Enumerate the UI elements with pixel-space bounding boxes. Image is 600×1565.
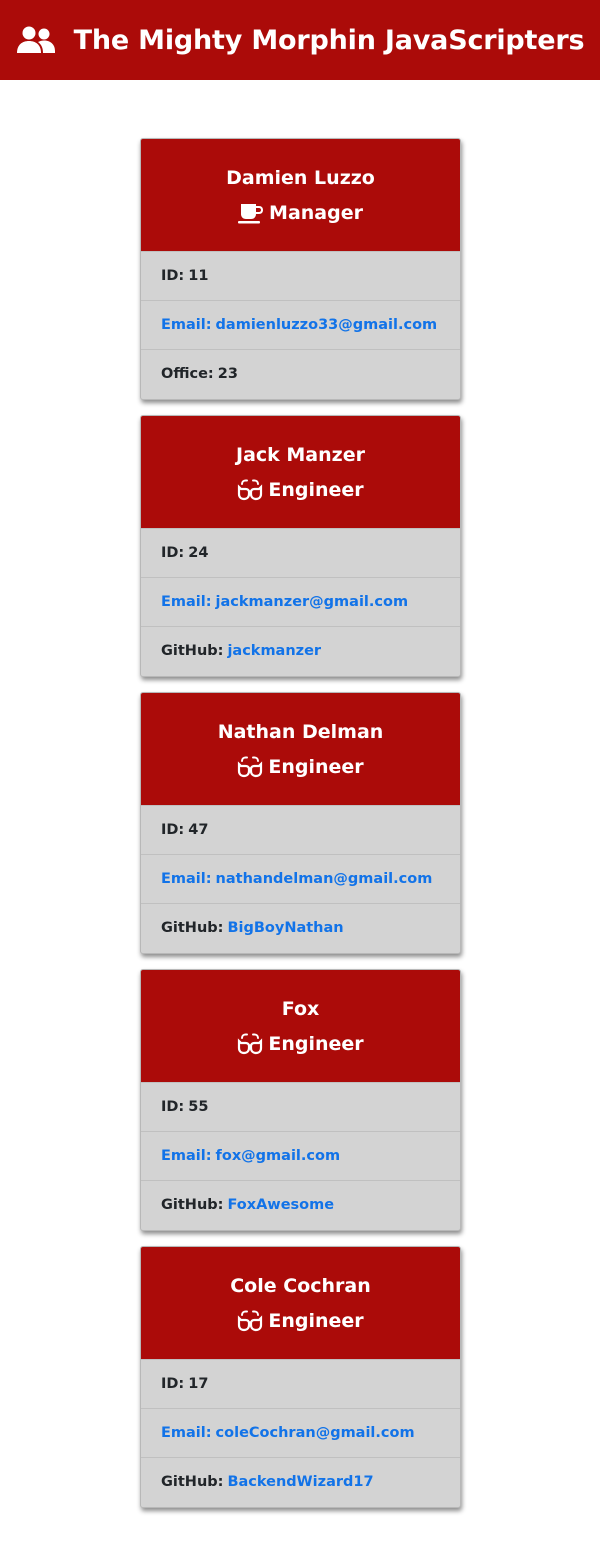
employee-card: Damien Luzzo Manager ID: 11 Email: damie… (140, 138, 461, 400)
github-label: GitHub: (161, 643, 224, 659)
email-value[interactable]: nathandelman@gmail.com (216, 871, 433, 887)
employee-email-link[interactable]: Email: fox@gmail.com (141, 1131, 460, 1180)
employee-name: Jack Manzer (236, 443, 365, 466)
employee-role-label: Engineer (268, 1032, 364, 1055)
employee-card: Jack Manzer Engineer ID: 24 Email: jackm… (140, 415, 461, 677)
employee-id-row: ID: 17 (141, 1359, 460, 1408)
employee-role-label: Manager (269, 201, 363, 224)
employee-role: Engineer (237, 1032, 364, 1055)
employee-email-link[interactable]: Email: jackmanzer@gmail.com (141, 577, 460, 626)
id-label: ID: (161, 1099, 185, 1115)
employee-id-row: ID: 11 (141, 251, 460, 300)
employee-email-link[interactable]: Email: nathandelman@gmail.com (141, 854, 460, 903)
page-title: The Mighty Morphin JavaScripters (73, 24, 585, 56)
id-value: 24 (188, 545, 209, 561)
employee-email-link[interactable]: Email: coleCochran@gmail.com (141, 1408, 460, 1457)
header-content: The Mighty Morphin JavaScripters (16, 25, 585, 56)
employee-name: Fox (281, 997, 320, 1020)
id-label: ID: (161, 822, 185, 838)
employee-id-row: ID: 24 (141, 528, 460, 577)
email-value[interactable]: jackmanzer@gmail.com (216, 594, 409, 610)
github-label: GitHub: (161, 920, 224, 936)
email-label: Email: (161, 1148, 212, 1164)
employee-role: Engineer (237, 755, 364, 778)
glasses-icon (237, 1310, 263, 1332)
github-link[interactable]: jackmanzer (227, 643, 321, 659)
id-label: ID: (161, 545, 185, 561)
email-label: Email: (161, 871, 212, 887)
employee-github-row: GitHub: FoxAwesome (141, 1180, 460, 1229)
employee-name: Nathan Delman (217, 720, 384, 743)
employee-name: Damien Luzzo (226, 166, 375, 189)
employee-github-row: GitHub: jackmanzer (141, 626, 460, 675)
card-header: Fox Engineer (141, 970, 460, 1082)
id-label: ID: (161, 1376, 185, 1392)
id-value: 17 (188, 1376, 209, 1392)
employee-github-row: GitHub: BigBoyNathan (141, 903, 460, 952)
office-label: Office: (161, 366, 214, 382)
page-header: The Mighty Morphin JavaScripters (0, 0, 600, 80)
card-header: Jack Manzer Engineer (141, 416, 460, 528)
glasses-icon (237, 479, 263, 501)
github-label: GitHub: (161, 1197, 224, 1213)
github-link[interactable]: BigBoyNathan (227, 920, 343, 936)
employee-role-label: Engineer (268, 1309, 364, 1332)
id-value: 47 (188, 822, 209, 838)
employee-card: Cole Cochran Engineer ID: 17 Email: cole… (140, 1246, 461, 1508)
id-value: 11 (188, 268, 209, 284)
employee-id-row: ID: 55 (141, 1082, 460, 1131)
employee-email-link[interactable]: Email: damienluzzo33@gmail.com (141, 300, 460, 349)
card-header: Cole Cochran Engineer (141, 1247, 460, 1359)
employee-card: Fox Engineer ID: 55 Email: fox@gmail.com… (140, 969, 461, 1231)
card-header: Damien Luzzo Manager (141, 139, 460, 251)
users-icon (16, 26, 56, 54)
employee-name: Cole Cochran (230, 1274, 371, 1297)
employee-id-row: ID: 47 (141, 805, 460, 854)
employee-role-label: Engineer (268, 478, 364, 501)
employee-role: Manager (238, 202, 363, 224)
id-value: 55 (188, 1099, 209, 1115)
glasses-icon (237, 1033, 263, 1055)
employee-office-row: Office: 23 (141, 349, 460, 398)
employee-role: Engineer (237, 478, 364, 501)
github-label: GitHub: (161, 1474, 224, 1490)
id-label: ID: (161, 268, 185, 284)
employee-role-label: Engineer (268, 755, 364, 778)
coffee-mug-icon (238, 202, 264, 224)
email-label: Email: (161, 594, 212, 610)
email-label: Email: (161, 317, 212, 333)
glasses-icon (237, 756, 263, 778)
github-link[interactable]: BackendWizard17 (227, 1474, 373, 1490)
email-value[interactable]: fox@gmail.com (216, 1148, 341, 1164)
card-header: Nathan Delman Engineer (141, 693, 460, 805)
employee-github-row: GitHub: BackendWizard17 (141, 1457, 460, 1506)
email-value[interactable]: coleCochran@gmail.com (216, 1425, 415, 1441)
github-link[interactable]: FoxAwesome (227, 1197, 334, 1213)
email-label: Email: (161, 1425, 212, 1441)
email-value[interactable]: damienluzzo33@gmail.com (216, 317, 438, 333)
employee-card: Nathan Delman Engineer ID: 47 Email: nat… (140, 692, 461, 954)
office-value: 23 (217, 366, 238, 382)
employee-role: Engineer (237, 1309, 364, 1332)
